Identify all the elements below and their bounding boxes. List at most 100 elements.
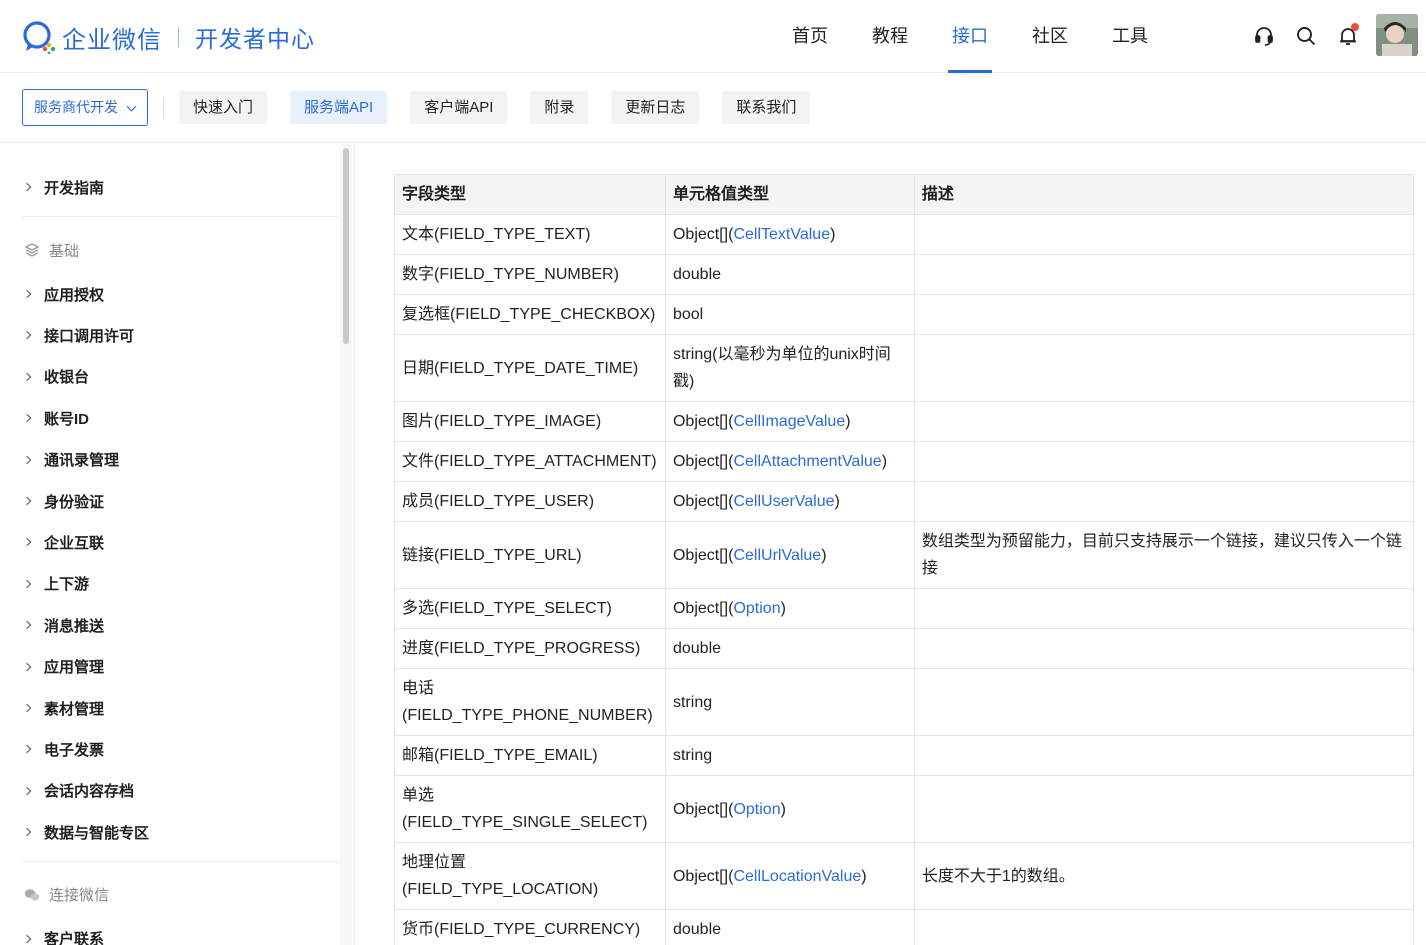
value-type-cell: double: [664, 909, 915, 945]
sidebar-item[interactable]: 客户联系: [22, 927, 104, 945]
wecom-logo-icon: [22, 20, 58, 55]
sidebar-item[interactable]: 收银台: [22, 365, 89, 389]
avatar[interactable]: [1376, 14, 1418, 56]
logo[interactable]: 企业微信 开发者中心: [22, 20, 315, 55]
sidebar-item[interactable]: 企业互联: [22, 530, 104, 554]
sidebar-item[interactable]: 上下游: [22, 572, 89, 596]
field-type-cell: 图片(FIELD_TYPE_IMAGE): [394, 401, 666, 442]
sidebar-divider: [22, 860, 339, 862]
value-type-link[interactable]: CellImageValue: [733, 413, 845, 430]
description-cell: [913, 401, 1415, 442]
sidebar-item-label: 素材管理: [44, 700, 105, 718]
scope-dropdown-label: 服务商代开发: [34, 99, 118, 115]
subnav-tab[interactable]: 更新日志: [611, 91, 700, 124]
subnav-tab[interactable]: 附录: [530, 91, 589, 124]
value-type-cell: double: [664, 254, 915, 295]
description-cell: [913, 668, 1415, 736]
value-type-cell: Object[](CellTextValue): [664, 214, 915, 255]
field-type-cell: 链接(FIELD_TYPE_URL): [394, 521, 666, 589]
value-type-cell: bool: [664, 294, 915, 335]
value-type-link[interactable]: Option: [733, 600, 780, 617]
sidebar-item-label: 开发指南: [44, 179, 105, 197]
sidebar-item[interactable]: 会话内容存档: [22, 779, 134, 803]
chevron-right-icon: [22, 827, 32, 837]
sidebar-divider: [22, 216, 339, 217]
sidebar-item[interactable]: 通讯录管理: [22, 448, 119, 472]
table-row: 单选(FIELD_TYPE_SINGLE_SELECT) Object[](Opt…: [394, 775, 1415, 843]
table-header-row: 字段类型 单元格值类型 描述: [394, 174, 1415, 215]
value-type-text: double: [672, 266, 722, 283]
value-type-text: string: [672, 693, 713, 711]
description-cell: [913, 588, 1415, 629]
sidebar-item[interactable]: 应用授权: [22, 282, 104, 306]
value-type-link[interactable]: CellUrlValue: [733, 547, 821, 564]
value-type-text: string(以毫秒为单位的unix时间戳): [672, 346, 891, 390]
sidebar-item[interactable]: 电子发票: [22, 737, 104, 761]
table-row: 多选(FIELD_TYPE_SELECT) Object[](Option): [394, 588, 1415, 629]
logo-divider: [178, 27, 179, 47]
subnav-tab[interactable]: 服务端API: [290, 91, 388, 124]
field-type-cell: 复选框(FIELD_TYPE_CHECKBOX): [394, 294, 666, 335]
value-type-text: Object[](: [672, 493, 734, 510]
wechat-icon: [24, 887, 40, 903]
headset-icon[interactable]: [1250, 22, 1278, 50]
sidebar-item[interactable]: 消息推送: [22, 613, 104, 637]
sidebar-item[interactable]: 素材管理: [22, 696, 104, 720]
sidebar-item[interactable]: 账号ID: [22, 406, 89, 430]
column-header: 字段类型: [394, 174, 666, 215]
field-type-cell: 多选(FIELD_TYPE_SELECT): [394, 588, 666, 629]
value-type-cell: Object[](CellImageValue): [664, 401, 915, 442]
value-type-link[interactable]: CellAttachmentValue: [733, 453, 881, 470]
sidebar-item[interactable]: 应用管理: [22, 655, 104, 679]
field-type-cell: 进度(FIELD_TYPE_PROGRESS): [394, 628, 666, 669]
sidebar-item-label: 应用授权: [44, 286, 105, 304]
value-type-text: Object[](: [672, 600, 734, 617]
sidebar-group-title: 基础: [24, 238, 79, 262]
value-type-link[interactable]: Option: [733, 801, 780, 818]
subnav-tab[interactable]: 快速入门: [179, 91, 268, 124]
description-cell: [913, 294, 1415, 335]
chevron-down-icon: [126, 101, 137, 112]
sub-nav: 服务商代开发 快速入门 服务端API 客户端API 附录 更新日志 联系我们: [0, 73, 1426, 143]
sidebar-item-label: 会话内容存档: [44, 783, 135, 801]
nav-item-3[interactable]: 社区: [1010, 0, 1090, 73]
sidebar-item[interactable]: 数据与智能专区: [22, 820, 149, 844]
subnav-tab[interactable]: 联系我们: [722, 91, 811, 124]
nav-item-4[interactable]: 工具: [1090, 0, 1170, 73]
table-row: 货币(FIELD_TYPE_CURRENCY) double: [394, 909, 1415, 945]
description-cell: 长度不大于1的数组。: [913, 842, 1415, 910]
nav-item-1[interactable]: 教程: [850, 0, 930, 73]
field-type-cell: 数字(FIELD_TYPE_NUMBER): [394, 254, 666, 295]
value-type-text: Object[](: [672, 453, 734, 470]
brand-subtitle: 开发者中心: [195, 26, 315, 52]
sidebar-scrollbar-thumb[interactable]: [343, 148, 349, 344]
nav-item-0[interactable]: 首页: [770, 0, 850, 73]
sidebar-item[interactable]: 身份验证: [22, 489, 104, 513]
field-type-cell: 成员(FIELD_TYPE_USER): [394, 481, 666, 522]
nav-item-2[interactable]: 接口: [930, 0, 1010, 73]
value-type-suffix: ): [830, 226, 836, 243]
sidebar-item-label: 数据与智能专区: [44, 824, 150, 842]
sidebar-item-label: 企业互联: [44, 534, 105, 552]
value-type-link[interactable]: CellUserValue: [733, 493, 834, 510]
chevron-right-icon: [22, 620, 32, 630]
description-cell: [913, 334, 1415, 402]
value-type-cell: Object[](Option): [664, 775, 915, 843]
value-type-suffix: ): [845, 413, 851, 430]
subnav-divider: [163, 98, 164, 118]
sidebar-item[interactable]: 接口调用许可: [22, 323, 134, 347]
value-type-link[interactable]: CellTextValue: [733, 226, 830, 243]
value-type-link[interactable]: CellLocationValue: [733, 868, 861, 885]
scope-dropdown[interactable]: 服务商代开发: [22, 89, 148, 126]
subnav-tab[interactable]: 客户端API: [410, 91, 508, 124]
bell-icon[interactable]: [1334, 22, 1362, 50]
description-cell: [913, 441, 1415, 482]
column-header: 单元格值类型: [664, 174, 915, 215]
field-type-cell: 邮箱(FIELD_TYPE_EMAIL): [394, 735, 666, 776]
field-type-cell: 货币(FIELD_TYPE_CURRENCY): [394, 909, 666, 945]
value-type-cell: Object[](Option): [664, 588, 915, 629]
sidebar-item[interactable]: 开发指南: [22, 175, 104, 199]
description-cell: [913, 481, 1415, 522]
search-icon[interactable]: [1292, 22, 1320, 50]
table-row: 文本(FIELD_TYPE_TEXT) Object[](CellTextValu…: [394, 214, 1415, 255]
